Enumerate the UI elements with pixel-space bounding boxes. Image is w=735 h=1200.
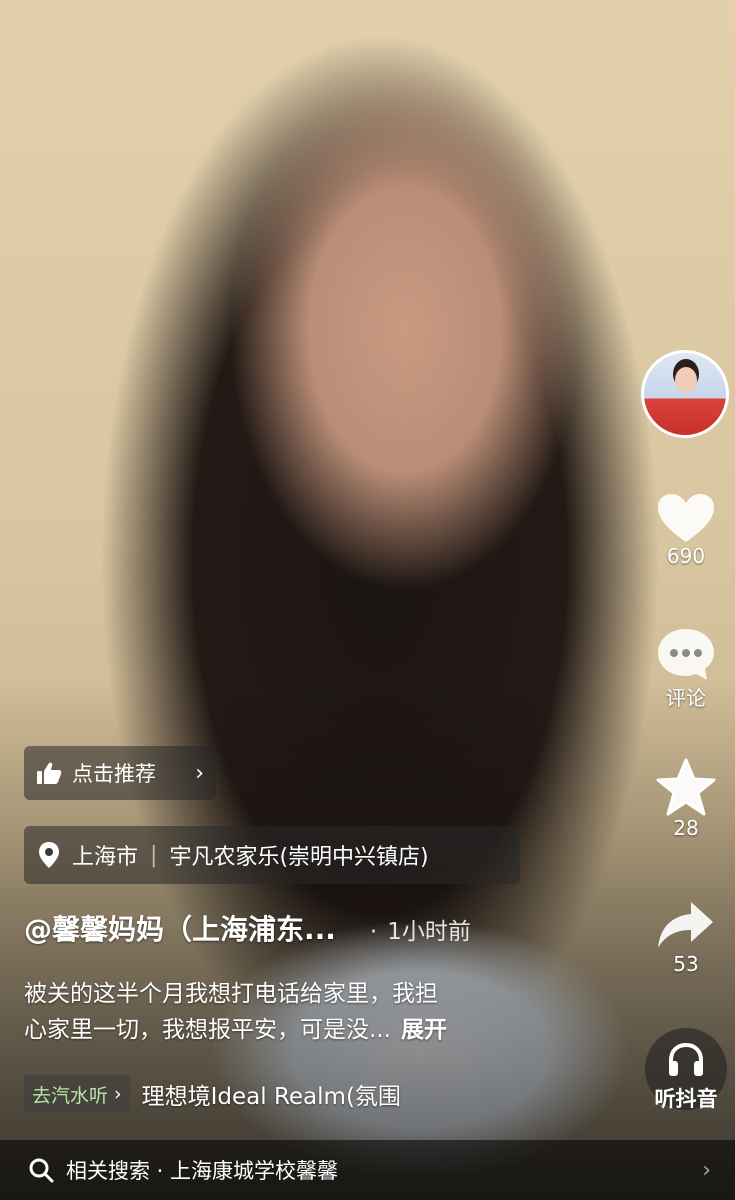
avatar-face — [675, 367, 697, 393]
recommend-button[interactable]: 点击推荐 › — [24, 746, 216, 800]
comment-button[interactable]: 评论 — [641, 626, 731, 726]
author-avatar[interactable] — [641, 350, 729, 438]
headphones-icon — [669, 1042, 703, 1076]
author-name[interactable]: @馨馨妈妈（上海浦东... — [24, 908, 336, 948]
description-line-2: 心家里一切，我想报平安，可是没... 展开 — [24, 1012, 624, 1048]
music-title[interactable]: 理想境Ideal Realm(氛围 — [142, 1077, 401, 1111]
author-row: @馨馨妈妈（上海浦东... · 1小时前 — [24, 908, 644, 954]
location-divider: | — [150, 842, 158, 868]
search-icon — [29, 1158, 54, 1183]
location-tag[interactable]: 上海市 | 宇凡农家乐(崇明中兴镇店) — [24, 826, 520, 884]
share-button[interactable]: 53 — [641, 898, 731, 998]
description-line-1: 被关的这半个月我想打电话给家里，我担 — [24, 981, 438, 1007]
related-search-text: 相关搜索 · 上海康城学校馨馨 — [66, 1159, 339, 1183]
favorite-count: 28 — [673, 816, 699, 840]
post-description[interactable]: 被关的这半个月我想打电话给家里，我担 心家里一切，我想报平安，可是没... 展开 — [24, 976, 624, 1048]
heart-icon — [658, 494, 714, 542]
post-time: · 1小时前 — [370, 912, 471, 946]
music-row: 去汽水听 › 理想境Ideal Realm(氛围 — [24, 1074, 401, 1114]
like-button[interactable]: 690 — [641, 492, 731, 592]
related-search-bar[interactable]: 相关搜索 · 上海康城学校馨馨 › — [0, 1140, 735, 1200]
recommend-label: 点击推荐 — [72, 762, 156, 786]
chevron-right-icon: › — [114, 1083, 122, 1105]
chevron-right-icon: › — [195, 760, 204, 786]
listen-label: 听抖音 — [654, 1087, 718, 1111]
star-icon — [656, 758, 716, 816]
time-separator-dot: · — [369, 919, 378, 945]
listen-douyin-button[interactable]: 听抖音 — [641, 1028, 731, 1118]
location-city: 上海市 — [72, 845, 139, 870]
related-search-query: 上海康城学校馨馨 — [170, 1159, 339, 1183]
qishui-label: 去汽水听 — [32, 1084, 109, 1107]
comment-label: 评论 — [666, 686, 706, 710]
share-arrow-icon — [658, 902, 713, 948]
location-place: 宇凡农家乐(崇明中兴镇店) — [169, 845, 429, 870]
description-line-2-text: 心家里一切，我想报平安，可是没... — [24, 1017, 391, 1043]
post-time-text: 1小时前 — [387, 919, 471, 945]
location-pin-icon — [39, 842, 59, 868]
expand-button[interactable]: 展开 — [401, 1017, 447, 1043]
chevron-right-icon: › — [702, 1157, 711, 1183]
like-count: 690 — [666, 544, 706, 568]
share-count: 53 — [673, 952, 699, 976]
favorite-button[interactable]: 28 — [641, 758, 731, 858]
comment-icon — [658, 629, 714, 680]
related-search-prefix: 相关搜索 — [66, 1159, 150, 1183]
thumbs-up-icon — [37, 762, 62, 784]
open-in-qishui-button[interactable]: 去汽水听 › — [24, 1075, 130, 1113]
